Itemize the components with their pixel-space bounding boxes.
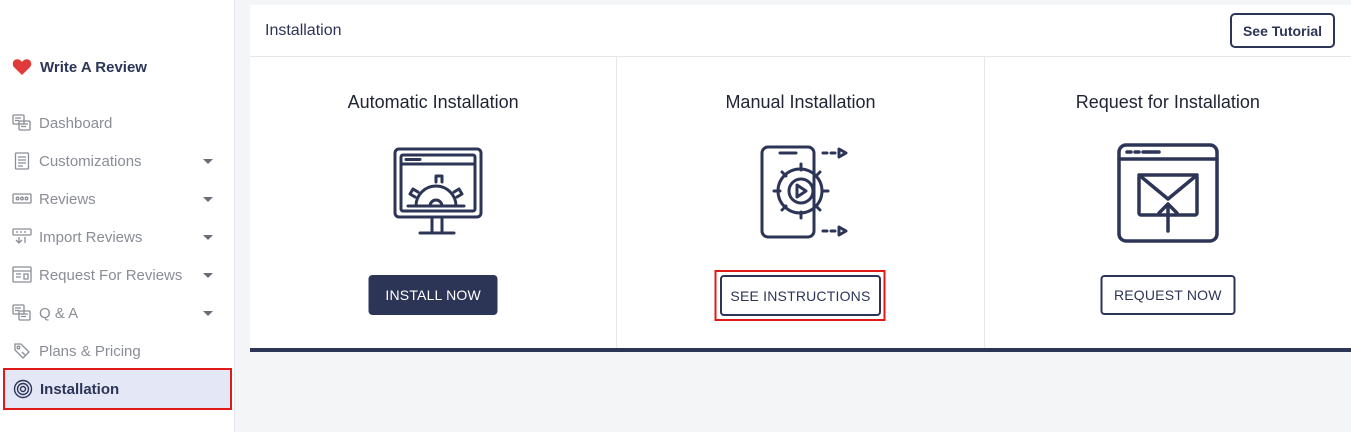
monitor-gear-icon <box>393 147 483 235</box>
sidebar-item-plans-pricing[interactable]: Plans & Pricing <box>4 332 230 370</box>
card-request-installation: Request for Installation REQUEST NOW <box>985 57 1351 348</box>
install-now-button[interactable]: INSTALL NOW <box>368 275 498 315</box>
chevron-down-icon[interactable] <box>203 310 213 316</box>
card-title: Manual Installation <box>725 92 876 112</box>
card-manual-installation: Manual Installation SEE INSTRUCTIONS <box>617 57 985 348</box>
sidebar-item-label: Import Reviews <box>39 228 143 246</box>
chevron-down-icon[interactable] <box>203 158 213 164</box>
heart-icon <box>12 59 32 75</box>
sidebar-item-dashboard[interactable]: Dashboard <box>4 104 230 142</box>
qa-icon <box>12 303 32 323</box>
chevron-down-icon[interactable] <box>203 196 213 202</box>
document-icon <box>12 151 32 171</box>
app-root: Write A Review Dashboard Customizations … <box>0 0 1351 432</box>
import-icon <box>12 227 32 247</box>
installation-icon <box>13 379 33 399</box>
reviews-icon <box>12 189 32 209</box>
sidebar-item-reviews[interactable]: Reviews <box>4 180 230 218</box>
page-header: Installation See Tutorial <box>250 5 1351 57</box>
tag-icon <box>12 341 32 361</box>
chevron-down-icon[interactable] <box>203 234 213 240</box>
sidebar-item-label: Reviews <box>39 190 96 208</box>
sidebar: Write A Review Dashboard Customizations … <box>0 0 235 432</box>
sidebar-item-label: Q & A <box>39 304 79 322</box>
request-now-button[interactable]: REQUEST NOW <box>1100 275 1236 315</box>
sidebar-item-request-for-reviews[interactable]: Request For Reviews <box>4 256 230 294</box>
browser-mail-upload-icon <box>1117 143 1219 243</box>
sidebar-item-qa[interactable]: Q & A <box>4 294 230 332</box>
card-title: Request for Installation <box>1075 92 1260 112</box>
sidebar-item-label: Request For Reviews <box>39 266 183 284</box>
sidebar-item-label: Customizations <box>39 152 142 170</box>
request-icon <box>12 265 32 285</box>
brand-name: Write A Review <box>40 58 147 76</box>
see-tutorial-button[interactable]: See Tutorial <box>1230 13 1335 48</box>
sidebar-item-label: Plans & Pricing <box>39 342 141 360</box>
chevron-down-icon[interactable] <box>203 272 213 278</box>
card-automatic-installation: Automatic Installation INSTALL NOW <box>250 57 618 348</box>
installation-options: Automatic Installation INSTALL NOW Manua… <box>250 57 1351 352</box>
page-title: Installation <box>265 22 342 39</box>
sidebar-item-label: Dashboard <box>39 114 113 132</box>
see-instructions-button[interactable]: SEE INSTRUCTIONS <box>719 275 881 316</box>
sidebar-item-installation[interactable]: Installation <box>3 368 232 410</box>
sidebar-item-label: Installation <box>40 380 120 398</box>
sidebar-item-import-reviews[interactable]: Import Reviews <box>4 218 230 256</box>
card-title: Automatic Installation <box>347 92 519 112</box>
brand[interactable]: Write A Review <box>12 58 147 76</box>
dashboard-icon <box>12 113 32 133</box>
sidebar-item-customizations[interactable]: Customizations <box>4 142 230 180</box>
phone-gear-play-icon <box>760 145 848 239</box>
highlight-box: SEE INSTRUCTIONS <box>714 270 886 321</box>
